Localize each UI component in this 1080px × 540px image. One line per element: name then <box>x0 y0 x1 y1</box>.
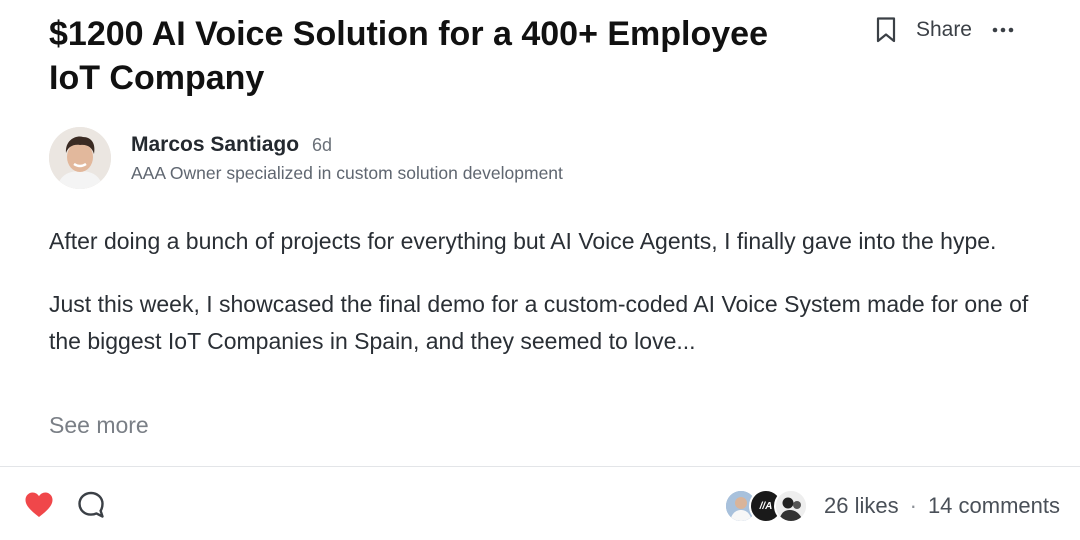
post-actions: Share <box>874 16 1014 44</box>
post-body: After doing a bunch of projects for ever… <box>49 223 1029 360</box>
author-avatar[interactable] <box>49 127 111 189</box>
author-block: Marcos Santiago 6d AAA Owner specialized… <box>49 127 563 189</box>
like-button[interactable] <box>24 491 54 519</box>
post-paragraph: Just this week, I showcased the final de… <box>49 291 1029 354</box>
reaction-actions <box>24 490 106 520</box>
separator-dot: · <box>909 493 917 518</box>
bookmark-icon <box>876 17 896 43</box>
comment-button[interactable] <box>76 490 106 520</box>
engagement-summary: //A 26 likes · 14 comments <box>724 489 1060 523</box>
comment-icon <box>78 491 104 518</box>
footer-divider <box>0 466 1080 467</box>
likes-count[interactable]: 26 likes <box>824 493 899 519</box>
more-options-button[interactable] <box>992 26 1014 34</box>
comments-count[interactable]: 14 comments <box>928 493 1060 519</box>
author-name[interactable]: Marcos Santiago <box>131 133 299 157</box>
liker-avatar <box>774 489 809 523</box>
post-paragraph: After doing a bunch of projects for ever… <box>49 228 997 254</box>
share-button[interactable]: Share <box>916 18 972 42</box>
author-headline: AAA Owner specialized in custom solution… <box>131 162 563 183</box>
heart-icon <box>25 492 53 517</box>
post-age: 6d <box>312 134 333 155</box>
ellipsis-icon <box>992 27 1014 33</box>
see-more-link[interactable]: See more <box>49 412 149 439</box>
bookmark-button[interactable] <box>874 16 898 44</box>
liker-avatars[interactable]: //A <box>724 489 809 523</box>
post-title: $1200 AI Voice Solution for a 400+ Emplo… <box>49 15 768 97</box>
